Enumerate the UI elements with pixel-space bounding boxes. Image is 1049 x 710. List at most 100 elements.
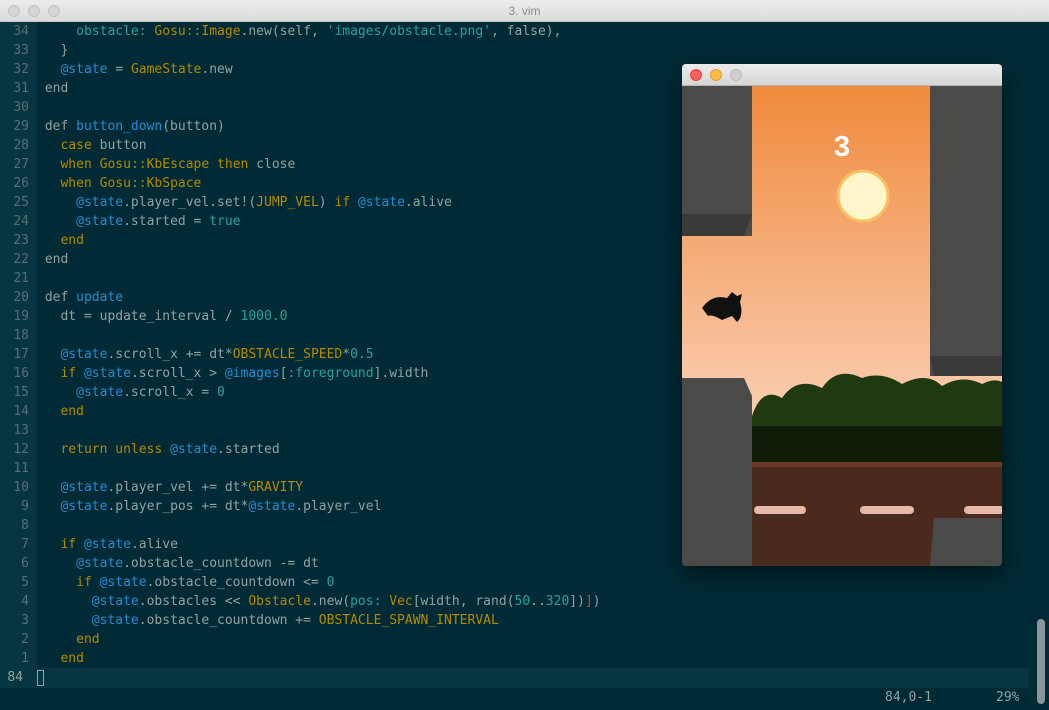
code-token: button_down xyxy=(76,119,163,134)
code-token: def xyxy=(44,119,77,134)
game-zoom-button[interactable] xyxy=(730,69,742,81)
code-token: @images xyxy=(224,366,280,381)
code-text: if @state.obstacle_countdown <= 0 xyxy=(37,575,334,590)
code-token: [width, rand( xyxy=(412,594,515,609)
code-token: return xyxy=(60,442,108,457)
code-token: 50 xyxy=(514,594,531,609)
code-token: .player_vel += dt* xyxy=(107,480,249,495)
line-number: 10 xyxy=(13,480,29,495)
code-token: ] xyxy=(584,594,593,609)
code-text: end xyxy=(37,404,84,419)
code-token: (button) xyxy=(162,119,225,134)
code-token: .obstacles << xyxy=(138,594,249,609)
code-token: .scroll_x > xyxy=(130,366,225,381)
code-token: end xyxy=(60,404,84,419)
code-token: @state xyxy=(60,347,108,362)
code-line[interactable]: 5 if @state.obstacle_countdown <= 0 xyxy=(0,573,1040,592)
code-token: @state xyxy=(83,366,131,381)
code-token: Gosu xyxy=(99,176,131,191)
code-token: KbSpace xyxy=(146,176,202,191)
code-token: .started = xyxy=(123,214,210,229)
code-text: @state = GameState.new xyxy=(37,62,232,77)
code-token: .scroll_x += dt* xyxy=(107,347,233,362)
code-text: if @state.alive xyxy=(37,537,177,552)
code-token: :: xyxy=(130,157,147,172)
code-token: ].width xyxy=(373,366,429,381)
code-token: .obstacle_countdown <= xyxy=(146,575,327,590)
code-token: @state xyxy=(76,385,124,400)
code-token: JUMP_VEL xyxy=(256,195,319,210)
code-text: def update xyxy=(37,290,123,305)
code-text: end xyxy=(37,651,83,666)
code-token: update xyxy=(76,290,124,305)
code-token: then xyxy=(217,157,249,172)
code-token: .new(self, xyxy=(240,24,327,39)
code-token: OBSTACLE_SPAWN_INTERVAL xyxy=(318,613,499,628)
code-token: obstacle: xyxy=(76,24,155,39)
code-token: 0 xyxy=(217,385,225,400)
line-number: 24 xyxy=(13,214,29,229)
obstacle-bottom-right xyxy=(930,518,1002,566)
code-line[interactable]: 2 end xyxy=(0,630,1040,649)
code-text: @state.obstacles << Obstacle.new(pos: Ve… xyxy=(37,594,601,609)
vim-status-line: 84,0-1 29% xyxy=(0,688,1040,710)
code-token: case xyxy=(60,138,92,153)
code-line[interactable]: 33 } xyxy=(0,41,1040,60)
line-number: 31 xyxy=(13,81,29,96)
sun-sprite xyxy=(836,169,890,223)
line-number: 11 xyxy=(13,461,29,476)
code-text: dt = update_interval / 1000.0 xyxy=(37,309,287,324)
code-token: end xyxy=(44,252,69,267)
line-number: 22 xyxy=(13,252,29,267)
text-cursor xyxy=(37,670,44,686)
code-token: Gosu xyxy=(99,157,131,172)
code-token: def xyxy=(44,290,77,305)
code-token: 1000.0 xyxy=(240,309,288,324)
game-canvas[interactable]: 3 xyxy=(682,86,1002,566)
code-token: Obstacle xyxy=(248,594,311,609)
code-token: .started xyxy=(217,442,280,457)
line-number: 12 xyxy=(13,442,29,457)
game-minimize-button[interactable] xyxy=(710,69,722,81)
code-line[interactable]: 4 @state.obstacles << Obstacle.new(pos: … xyxy=(0,592,1040,611)
code-text: end xyxy=(37,632,99,647)
code-token: end xyxy=(60,233,84,248)
code-token: .new( xyxy=(310,594,351,609)
line-number: 5 xyxy=(21,575,29,590)
line-number: 23 xyxy=(13,233,29,248)
line-number: 28 xyxy=(13,138,29,153)
line-number: 20 xyxy=(13,290,29,305)
game-close-button[interactable] xyxy=(690,69,702,81)
line-number: 21 xyxy=(13,271,29,286)
code-token: if xyxy=(60,537,77,552)
road-stripe xyxy=(964,506,1002,514)
game-window[interactable]: 3 xyxy=(682,64,1002,566)
current-line[interactable]: 84 xyxy=(0,668,1029,688)
line-number: 2 xyxy=(21,632,29,647)
code-token: Image xyxy=(201,24,241,39)
code-line[interactable]: 1 end xyxy=(0,649,1040,668)
line-number: 1 xyxy=(21,651,29,666)
code-token: .obstacle_countdown += xyxy=(138,613,319,628)
window-titlebar: 3. vim xyxy=(0,0,1049,22)
code-token: @state xyxy=(83,537,131,552)
code-text: @state.player_vel.set!(JUMP_VEL) if @sta… xyxy=(37,195,452,210)
code-token: 0.5 xyxy=(350,347,374,362)
code-line[interactable]: 3 @state.obstacle_countdown += OBSTACLE_… xyxy=(0,611,1040,630)
trees-shadow xyxy=(752,426,1002,466)
code-token: if xyxy=(60,366,77,381)
code-line[interactable]: 34 obstacle: Gosu::Image.new(self, 'imag… xyxy=(0,22,1040,41)
code-token: 320 xyxy=(545,594,570,609)
code-token: ) xyxy=(592,594,601,609)
obstacle-cap xyxy=(930,356,1002,376)
obstacle-bottom-left xyxy=(682,378,752,566)
scrollbar-thumb[interactable] xyxy=(1037,619,1045,704)
